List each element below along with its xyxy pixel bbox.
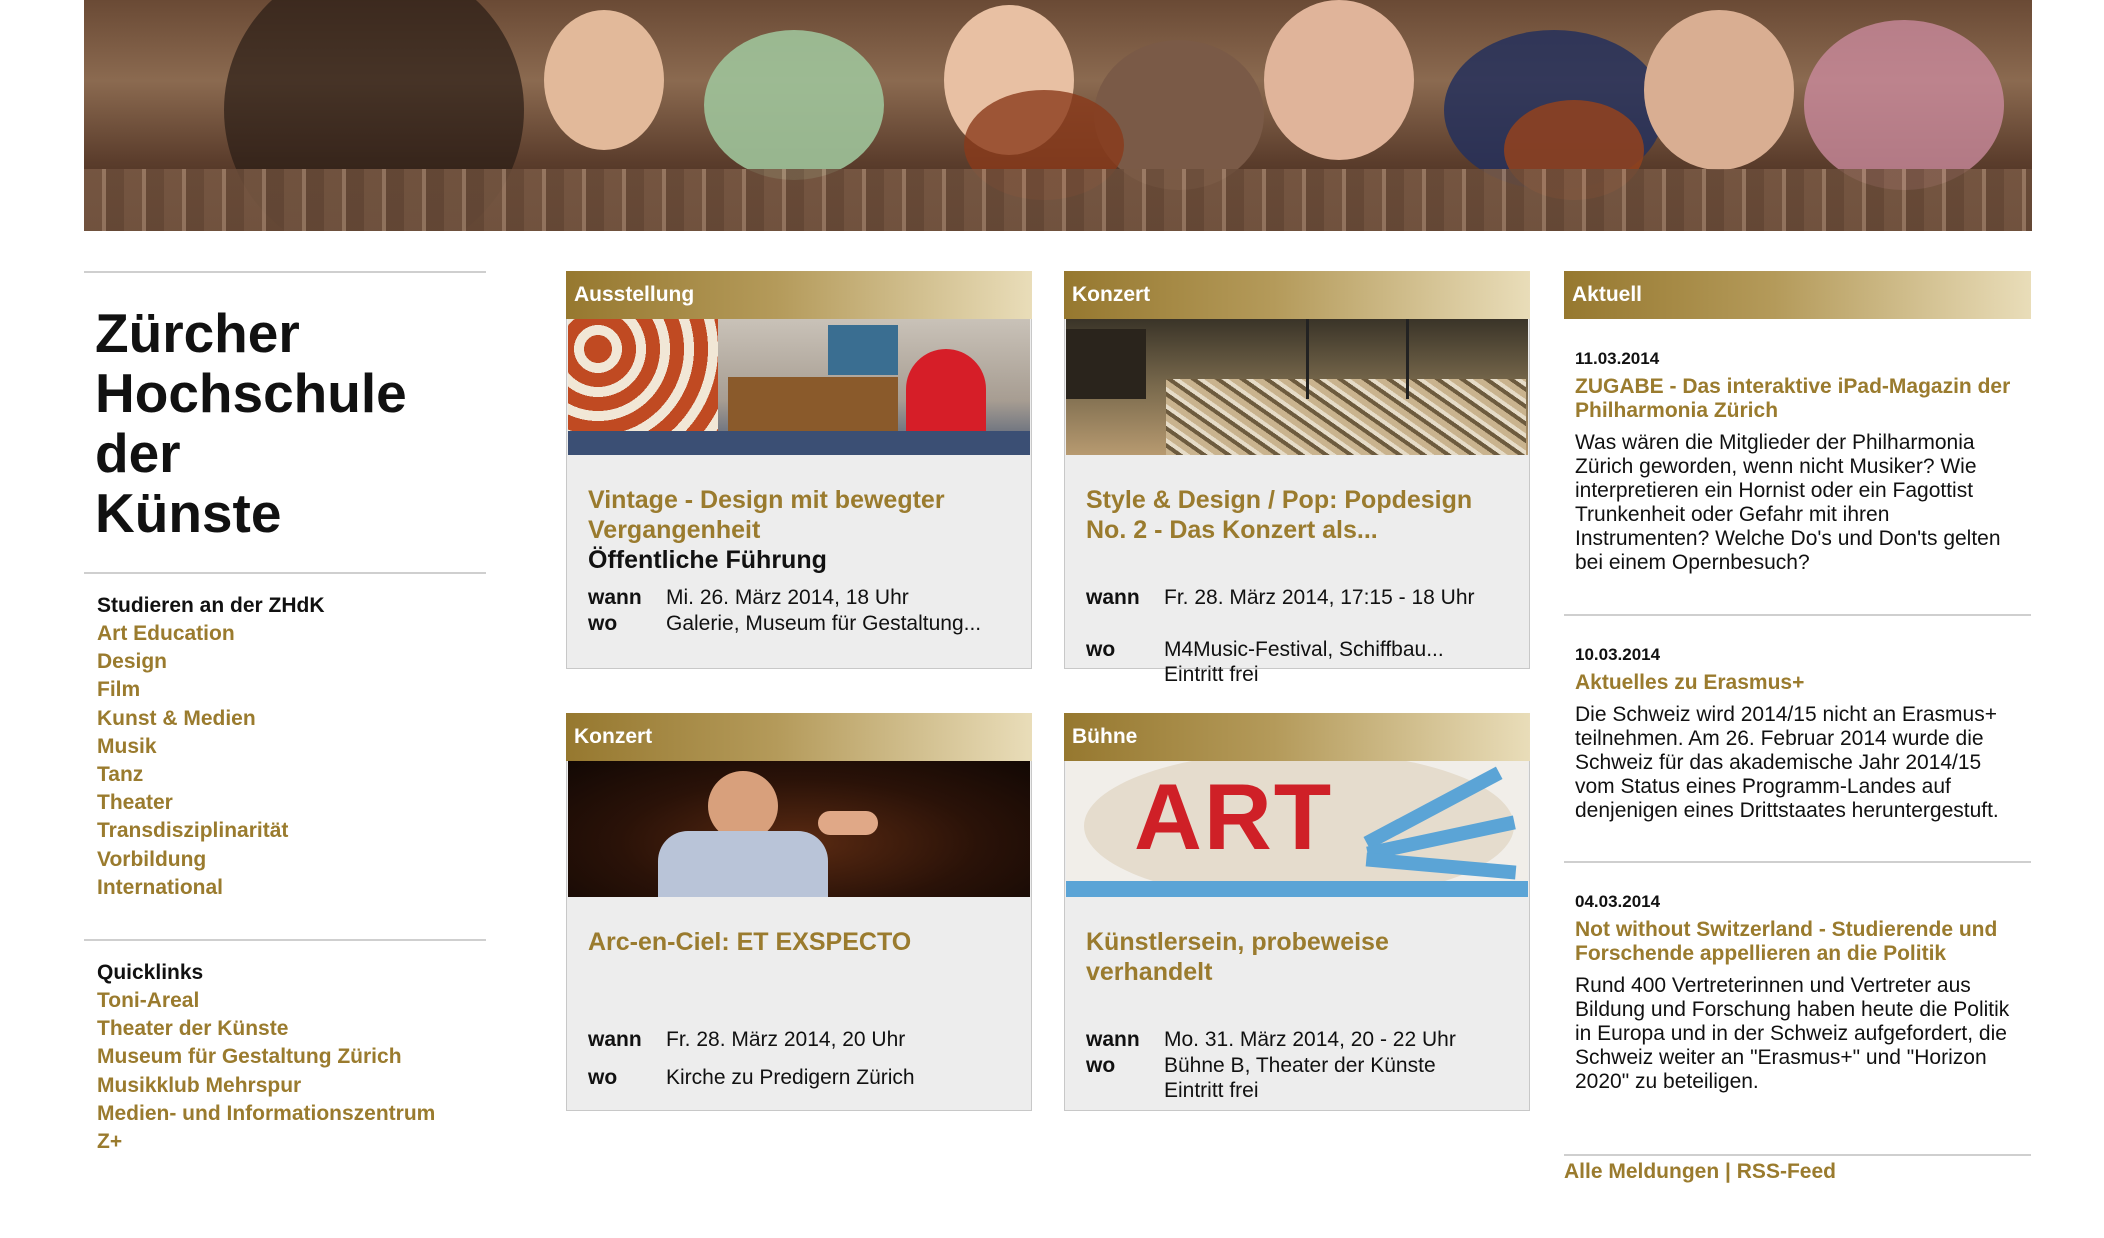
card-category: Konzert [1072,283,1151,306]
divider [84,572,486,574]
news-date: 04.03.2014 [1575,892,1661,911]
all-news-link[interactable]: Alle Meldungen [1564,1160,1719,1183]
link-separator: | [1725,1160,1731,1183]
quicklink-theater-der-kuenste[interactable]: Theater der Künste [97,1015,435,1043]
quicklinks-list: Toni-Areal Theater der Künste Museum für… [97,987,435,1156]
card-category-bar: Bühne [1064,713,1530,761]
news-item: 04.03.2014 Not without Switzerland - Stu… [1575,892,2025,1094]
news-text: Rund 400 Vertreterinnen und Vertreter au… [1575,974,2010,1093]
event-title[interactable]: Vintage - Design mit bewegter Vergangenh… [588,485,1008,575]
news-date: 11.03.2014 [1575,349,1660,368]
quicklink-musikklub-mehrspur[interactable]: Musikklub Mehrspur [97,1072,435,1100]
news-title-link[interactable]: Not without Switzerland - Studierende un… [1575,918,2025,966]
nav-item-tanz[interactable]: Tanz [97,761,288,789]
nav-item-transdisziplinaritaet[interactable]: Transdisziplinarität [97,817,288,845]
event-subtitle: Öffentliche Führung [588,546,827,574]
event-title[interactable]: Künstlersein, probeweise verhandelt [1086,927,1506,987]
divider [84,271,486,273]
hero-orchestra-image [84,0,2032,231]
nav-item-vorbildung[interactable]: Vorbildung [97,846,288,874]
nav-item-film[interactable]: Film [97,676,288,704]
rss-feed-link[interactable]: RSS-Feed [1737,1160,1836,1183]
divider [1564,614,2031,616]
news-heading-bar: Aktuell [1564,271,2031,319]
nav-item-kunst-medien[interactable]: Kunst & Medien [97,705,288,733]
quicklink-museum-fuer-gestaltung[interactable]: Museum für Gestaltung Zürich [97,1043,435,1071]
news-date: 10.03.2014 [1575,645,1661,664]
quicklink-medienzentrum[interactable]: Medien- und Informationszentrum [97,1100,435,1128]
nav-item-musik[interactable]: Musik [97,733,288,761]
card-category-bar: Konzert [1064,271,1530,319]
nav-item-theater[interactable]: Theater [97,789,288,817]
event-card[interactable]: Konzert Arc-en-Ciel: ET EXSPECTO wann Fr.… [566,713,1032,1111]
event-image-vintage-furniture[interactable] [568,319,1030,455]
card-category: Konzert [574,725,653,748]
study-nav-list: Art Education Design Film Kunst & Medien… [97,620,288,902]
quicklink-z-plus[interactable]: Z+ [97,1128,435,1156]
event-card[interactable]: Ausstellung Vintage - Design mit bewegte… [566,271,1032,669]
site-title[interactable]: Zürcher Hochschule der Künste [95,303,407,543]
event-image-art-palette[interactable]: ART [1066,761,1528,897]
card-category-bar: Ausstellung [566,271,1032,319]
event-title[interactable]: Arc-en-Ciel: ET EXSPECTO [588,927,1008,957]
nav-item-international[interactable]: International [97,874,288,902]
nav-item-design[interactable]: Design [97,648,288,676]
card-category-bar: Konzert [566,713,1032,761]
card-category: Bühne [1072,725,1138,748]
card-category: Ausstellung [574,283,695,306]
news-title-link[interactable]: ZUGABE - Das interaktive iPad-Magazin de… [1575,375,2025,423]
quicklinks-heading: Quicklinks [97,961,204,984]
event-title[interactable]: Style & Design / Pop: Popdesign No. 2 - … [1086,485,1506,545]
event-card[interactable]: Konzert Style & Design / Pop: Popdesign … [1064,271,1530,686]
divider [84,939,486,941]
news-footer-links: Alle Meldungen | RSS-Feed [1564,1160,1836,1184]
news-text: Was wären die Mitglieder der Philharmoni… [1575,431,2001,574]
news-title-link[interactable]: Aktuelles zu Erasmus+ [1575,671,2025,695]
news-item: 10.03.2014 Aktuelles zu Erasmus+ Die Sch… [1575,645,2025,823]
event-image-stage-cables[interactable] [1066,319,1528,455]
study-nav-heading: Studieren an der ZHdK [97,594,325,617]
nav-item-art-education[interactable]: Art Education [97,620,288,648]
divider [1564,1154,2031,1156]
quicklink-toni-areal[interactable]: Toni-Areal [97,987,435,1015]
news-text: Die Schweiz wird 2014/15 nicht an Erasmu… [1575,703,1999,822]
news-item: 11.03.2014 ZUGABE - Das interaktive iPad… [1575,349,2025,575]
divider [1564,861,2031,863]
event-card[interactable]: Bühne ART Künstlersein, probeweise verha… [1064,713,1530,1111]
news-heading: Aktuell [1572,283,1643,306]
event-image-conductor[interactable] [568,761,1030,897]
art-sign-text: ART [1134,764,1334,869]
